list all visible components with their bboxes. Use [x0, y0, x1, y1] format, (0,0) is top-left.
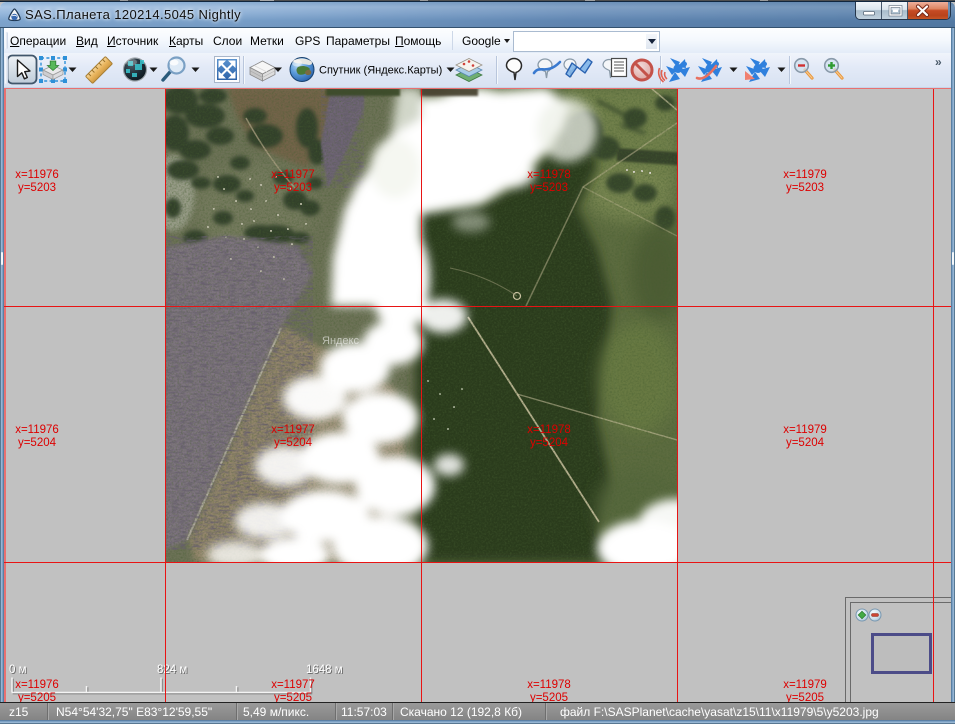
- svg-text:Спутник (Яндекс.Карты): Спутник (Яндекс.Карты): [319, 65, 442, 77]
- svg-text:»: »: [935, 55, 942, 69]
- svg-text:Яндекс: Яндекс: [322, 335, 359, 347]
